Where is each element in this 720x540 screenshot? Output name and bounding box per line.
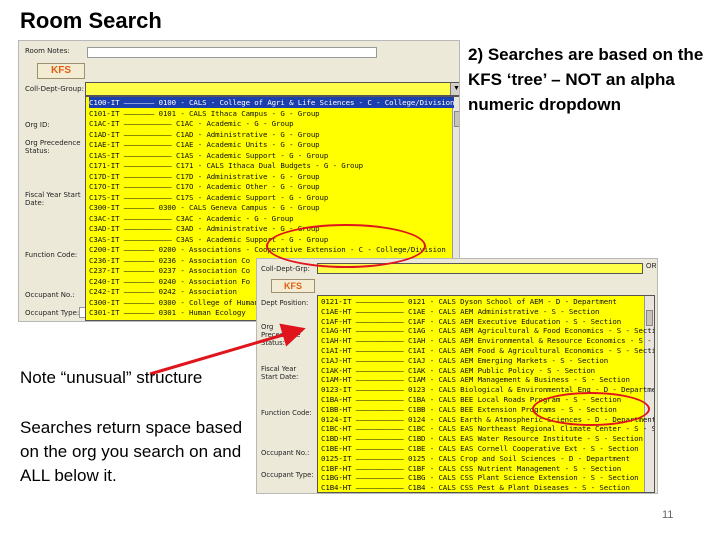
dropdown-row[interactable]: C242-IT ——————— 0242 - Association [89, 286, 237, 297]
coll-dept-group-label: Coll-Dept-Group: [25, 85, 84, 93]
dropdown-row[interactable]: C101-IT ——————— 0101 - CALS Ithaca Campu… [89, 108, 320, 119]
org-precedence-label: Org Precedence Status: [25, 139, 81, 155]
dropdown-row[interactable]: C171-IT ——————————— C171 - CALS Ithaca D… [89, 160, 363, 171]
function-code-label: Function Code: [261, 409, 312, 417]
dropdown-row[interactable]: C3AC-IT ——————————— C3AC - Academic - G … [89, 213, 294, 224]
dropdown-row[interactable]: C240-IT ——————— 0240 - Association Fo [89, 276, 250, 287]
or-label: OR [646, 263, 657, 270]
org-id-label: Org ID: [25, 121, 50, 129]
fiscal-year-start-label: Fiscal Year Start Date: [25, 191, 81, 207]
dropdown-row[interactable]: C1AE-IT ——————————— C1AE - Academic Unit… [89, 139, 320, 150]
dept-position-label: Dept Position: [261, 299, 309, 307]
dropdown-row[interactable]: C1AS-IT ——————————— C1AS - Academic Supp… [89, 150, 328, 161]
org-precedence-label: Org Precedence Status: [261, 323, 301, 347]
dropdown-row[interactable]: C301-IT ——————— 0301 - Human Ecology [89, 307, 246, 318]
coll-dept-grp-label: Coll-Dept-Grp: [261, 265, 310, 273]
scrollbar-thumb[interactable] [454, 111, 459, 127]
occupant-no-label: Occupant No.: [25, 291, 75, 299]
dropdown-row[interactable]: C1AD-IT ——————————— C1AD - Administrativ… [89, 129, 320, 140]
highlight-ellipse-college [266, 224, 426, 268]
dropdown-row[interactable]: C300-IT ——————— 0300 - CALS Geneva Campu… [89, 202, 320, 213]
occupant-no-label: Occupant No.: [261, 449, 310, 457]
highlight-ellipse-department [532, 392, 650, 426]
dropdown-row[interactable]: C17D-IT ——————————— C17D - Administrativ… [89, 171, 320, 182]
dropdown-row[interactable]: C300-IT ——————— 0300 - College of Human [89, 297, 259, 308]
dropdown-row[interactable]: C1B4-HT ——————————— C1B4 - CALS CSS Pest… [321, 482, 630, 492]
kfs-button[interactable]: KFS [271, 279, 315, 293]
chevron-down-icon[interactable]: ▼ [450, 83, 459, 95]
dropdown-row[interactable]: C17O-IT ——————————— C17O - Academic Othe… [89, 181, 320, 192]
dropdown-row[interactable]: C1AC-IT ——————————— C1AC - Academic - G … [89, 118, 294, 129]
searches-explanation: Searches return space based on the org y… [20, 418, 243, 485]
page-number: 11 [662, 509, 674, 521]
kfs-button[interactable]: KFS [37, 63, 85, 79]
fiscal-year-label: Fiscal Year Start Date: [261, 365, 299, 381]
room-search-screenshot-2: Coll-Dept-Grp: OR KFS Dept Position: Org… [256, 258, 658, 494]
dropdown-row[interactable]: C100-IT ——————— 0100 - CALS - College of… [89, 97, 454, 108]
occupant-type-label: Occupant Type: [261, 471, 314, 479]
coll-dept-group-combobox[interactable]: ▼ [85, 82, 459, 96]
callout-kfs-tree: 2) Searches are based on the KFS ‘tree’ … [468, 45, 704, 114]
dropdown-row[interactable]: C236-IT ——————— 0236 - Association Co [89, 255, 250, 266]
room-notes-label: Room Notes: [25, 47, 70, 55]
function-code-label: Function Code: [25, 251, 78, 259]
room-notes-input[interactable] [87, 47, 377, 58]
dropdown-row[interactable]: C237-IT ——————— 0237 - Association Co [89, 265, 250, 276]
dropdown-row[interactable]: C17S-IT ——————————— C17S - Academic Supp… [89, 192, 328, 203]
occupant-type-label: Occupant Type: [25, 309, 80, 317]
note-unusual-structure: Note “unusual” structure [20, 368, 203, 387]
scrollbar-thumb[interactable] [646, 310, 653, 326]
page-title: Room Search [20, 8, 162, 33]
